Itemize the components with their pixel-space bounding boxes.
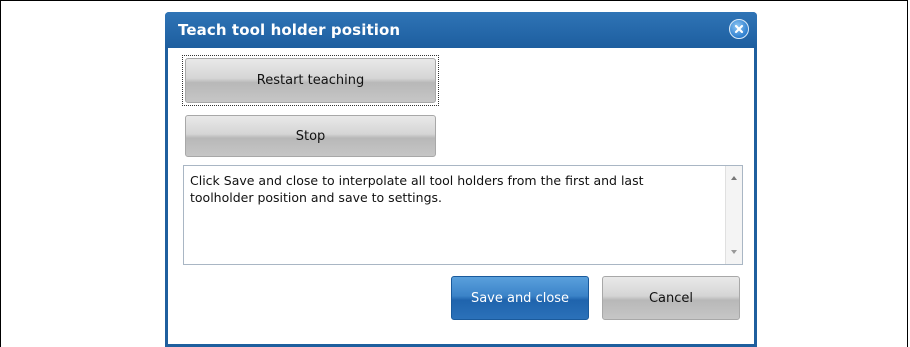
- dialog-titlebar: Teach tool holder position: [165, 12, 757, 48]
- message-textarea[interactable]: Click Save and close to interpolate all …: [183, 165, 743, 265]
- stop-label: Stop: [295, 128, 326, 144]
- stop-button[interactable]: Stop: [185, 115, 436, 157]
- dialog-content: Restart teaching Stop Click Save and clo…: [168, 48, 754, 344]
- teach-tool-holder-dialog: Teach tool holder position Restart teach…: [165, 12, 757, 347]
- restart-teaching-label: Restart teaching: [256, 73, 365, 88]
- dialog-title: Teach tool holder position: [178, 21, 401, 39]
- cancel-label: Cancel: [648, 290, 694, 306]
- cancel-button[interactable]: Cancel: [602, 276, 740, 320]
- save-and-close-label: Save and close: [470, 290, 570, 306]
- restart-teaching-button[interactable]: Restart teaching: [185, 58, 436, 103]
- scroll-down-arrow-icon[interactable]: [731, 250, 737, 254]
- message-text: Click Save and close to interpolate all …: [190, 173, 644, 205]
- save-and-close-button[interactable]: Save and close: [451, 276, 589, 320]
- close-button[interactable]: [729, 19, 749, 39]
- scroll-up-arrow-icon[interactable]: [731, 176, 737, 180]
- vertical-scrollbar[interactable]: [725, 166, 742, 264]
- close-icon: [734, 24, 744, 34]
